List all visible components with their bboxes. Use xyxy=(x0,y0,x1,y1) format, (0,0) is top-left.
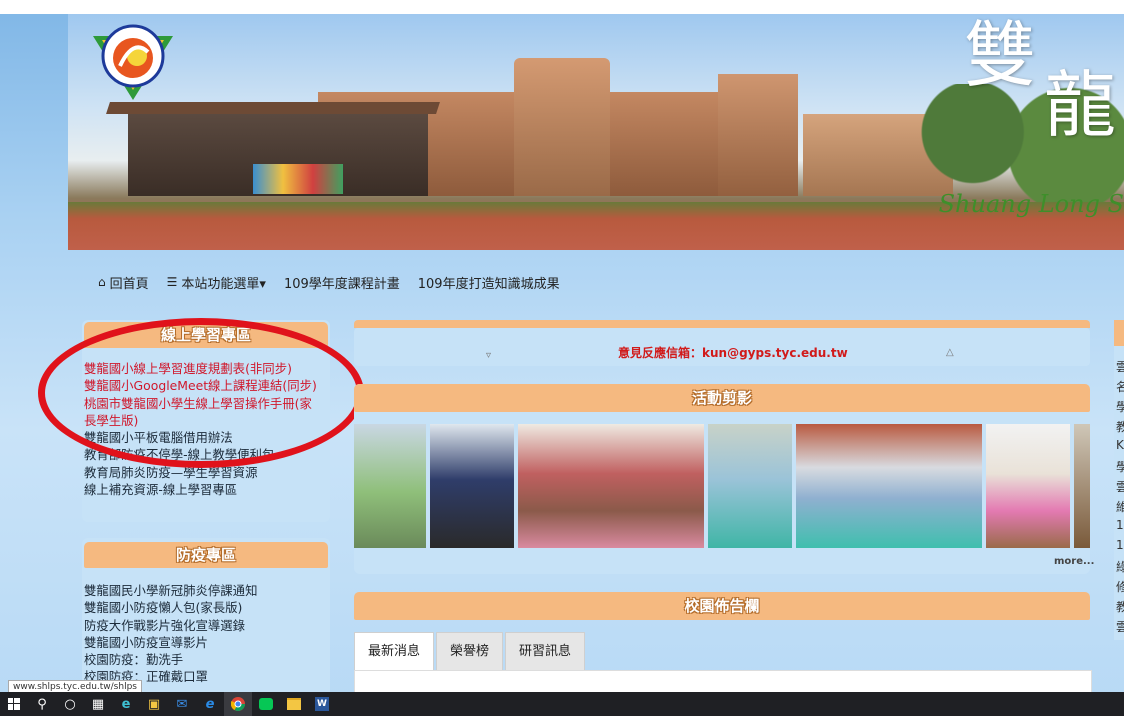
link-supplementary[interactable]: 線上補充資源-線上學習專區 xyxy=(84,481,274,498)
school-logo xyxy=(93,24,173,100)
nav-knowledge-city-label: 109年度打造知識城成果 xyxy=(417,276,560,292)
right-col-text[interactable]: 雲 xyxy=(1116,358,1124,375)
nav-function-menu-label: 本站功能選單▾ xyxy=(181,276,266,292)
scroll-down-icon[interactable]: ▿ xyxy=(486,350,491,361)
scroll-up-icon[interactable]: △ xyxy=(946,347,954,358)
right-col-text[interactable]: K xyxy=(1116,438,1124,452)
tab-training-info[interactable]: 研習訊息 xyxy=(505,632,586,672)
windows-start-icon[interactable] xyxy=(0,692,28,716)
store-icon[interactable]: ▣ xyxy=(140,692,168,716)
gallery-title: 活動剪影 xyxy=(354,384,1090,412)
right-col-text[interactable]: 名 xyxy=(1116,378,1124,395)
round-tower xyxy=(514,58,610,196)
gallery-photos xyxy=(354,424,1090,548)
gallery-photo-5[interactable] xyxy=(796,424,982,548)
windows-taskbar: ⚲ ○ ▦ e ▣ ✉ e W xyxy=(0,692,1124,716)
tab-latest-news[interactable]: 最新消息 xyxy=(354,632,435,672)
hall-roof xyxy=(106,102,440,114)
link-lazy-pack[interactable]: 雙龍國小防疫懶人包(家長版) xyxy=(84,599,257,616)
nav-home-label: 回首頁 xyxy=(109,276,149,292)
right-col-text[interactable]: 教 xyxy=(1116,418,1124,435)
school-banner: 雙 龍 Shuang Long S xyxy=(68,14,1124,250)
nav-home[interactable]: ⌂ 回首頁 xyxy=(98,273,149,292)
bulletin-content xyxy=(354,670,1092,692)
file-explorer-icon[interactable] xyxy=(280,692,308,716)
task-view-icon[interactable]: ▦ xyxy=(84,692,112,716)
right-col-text[interactable]: 學 xyxy=(1116,458,1124,475)
search-icon[interactable]: ⚲ xyxy=(28,692,56,716)
nav-course-plan-label: 109學年度課程計畫 xyxy=(283,276,400,292)
nav-course-plan[interactable]: 109學年度課程計畫 xyxy=(284,273,400,292)
nav-knowledge-city[interactable]: 109年度打造知識城成果 xyxy=(418,273,560,292)
right-col-text[interactable]: 綠 xyxy=(1116,558,1124,575)
right-col-text[interactable]: 雲 xyxy=(1116,478,1124,495)
edge-icon[interactable]: e xyxy=(112,692,140,716)
bulletin-title: 校園佈告欄 xyxy=(354,592,1090,620)
tab-honor-roll[interactable]: 榮譽榜 xyxy=(436,632,504,672)
right-col-text[interactable]: 1 xyxy=(1116,538,1124,552)
chrome-icon[interactable] xyxy=(224,692,252,716)
gallery-photo-4[interactable] xyxy=(708,424,792,548)
right-col-text[interactable]: 修 xyxy=(1116,578,1124,595)
home-icon: ⌂ xyxy=(98,275,106,289)
gallery-photo-3[interactable] xyxy=(518,424,704,548)
feedback-email[interactable]: 意見反應信箱：kun@gyps.tyc.edu.tw xyxy=(618,344,848,361)
main-nav: ⌂ 回首頁 ☰ 本站功能選單▾ 109學年度課程計畫 109年度打造知識城成果 xyxy=(98,272,578,292)
web-page: 雙 龍 Shuang Long S ⌂ 回首頁 ☰ 本站功能選單▾ 109學年度… xyxy=(0,0,1124,692)
gallery-photo-6[interactable] xyxy=(986,424,1070,548)
feedback-bar: ▿ 意見反應信箱：kun@gyps.tyc.edu.tw △ xyxy=(354,328,1090,366)
right-col-text[interactable]: 教 xyxy=(1116,598,1124,615)
gallery-photo-7[interactable] xyxy=(1074,424,1090,548)
gallery-photo-2[interactable] xyxy=(430,424,514,548)
right-col-text[interactable]: 雲 xyxy=(1116,618,1124,635)
ie-icon[interactable]: e xyxy=(196,692,224,716)
epidemic-title: 防疫專區 xyxy=(84,542,328,568)
epidemic-links: 雙龍國民小學新冠肺炎停課通知 雙龍國小防疫懶人包(家長版) 防疫大作戰影片強化宣… xyxy=(84,582,257,686)
red-highlight-circle xyxy=(38,318,364,468)
status-url-tooltip: www.shlps.tyc.edu.tw/shlps xyxy=(8,680,142,692)
bulletin-tabs: 最新消息 榮譽榜 研習訊息 xyxy=(354,632,587,672)
banner-slogan: Shuang Long S xyxy=(938,190,1124,218)
link-promo-video[interactable]: 雙龍國小防疫宣導影片 xyxy=(84,634,257,651)
right-column-header xyxy=(1114,320,1124,346)
mail-icon[interactable]: ✉ xyxy=(168,692,196,716)
top-margin xyxy=(0,0,1124,14)
gallery-photo-1[interactable] xyxy=(354,424,426,548)
line-icon[interactable] xyxy=(252,692,280,716)
word-icon[interactable]: W xyxy=(308,692,336,716)
right-col-text[interactable]: 維 xyxy=(1116,498,1124,515)
banner-char-2: 龍 xyxy=(1044,63,1117,147)
right-col-text[interactable]: 學 xyxy=(1116,398,1124,415)
cortana-icon[interactable]: ○ xyxy=(56,692,84,716)
right-column-panel: 雲 名 學 教 K 學 雲 維 1 1 綠 修 教 雲 xyxy=(1114,320,1124,640)
banner-char-1: 雙 xyxy=(964,14,1037,97)
top-orange-bar xyxy=(354,320,1090,328)
link-suspension-notice[interactable]: 雙龍國民小學新冠肺炎停課通知 xyxy=(84,582,257,599)
gallery-more-link[interactable]: more... xyxy=(1054,556,1094,567)
right-col-text[interactable]: 1 xyxy=(1116,518,1124,532)
link-video-selection[interactable]: 防疫大作戰影片強化宣導選錄 xyxy=(84,617,257,634)
wall-mural xyxy=(253,164,343,194)
list-icon: ☰ xyxy=(166,275,178,289)
link-wash-hands[interactable]: 校園防疫：勤洗手 xyxy=(84,651,257,668)
school-building-right xyxy=(718,74,798,196)
nav-function-menu[interactable]: ☰ 本站功能選單▾ xyxy=(167,273,266,292)
